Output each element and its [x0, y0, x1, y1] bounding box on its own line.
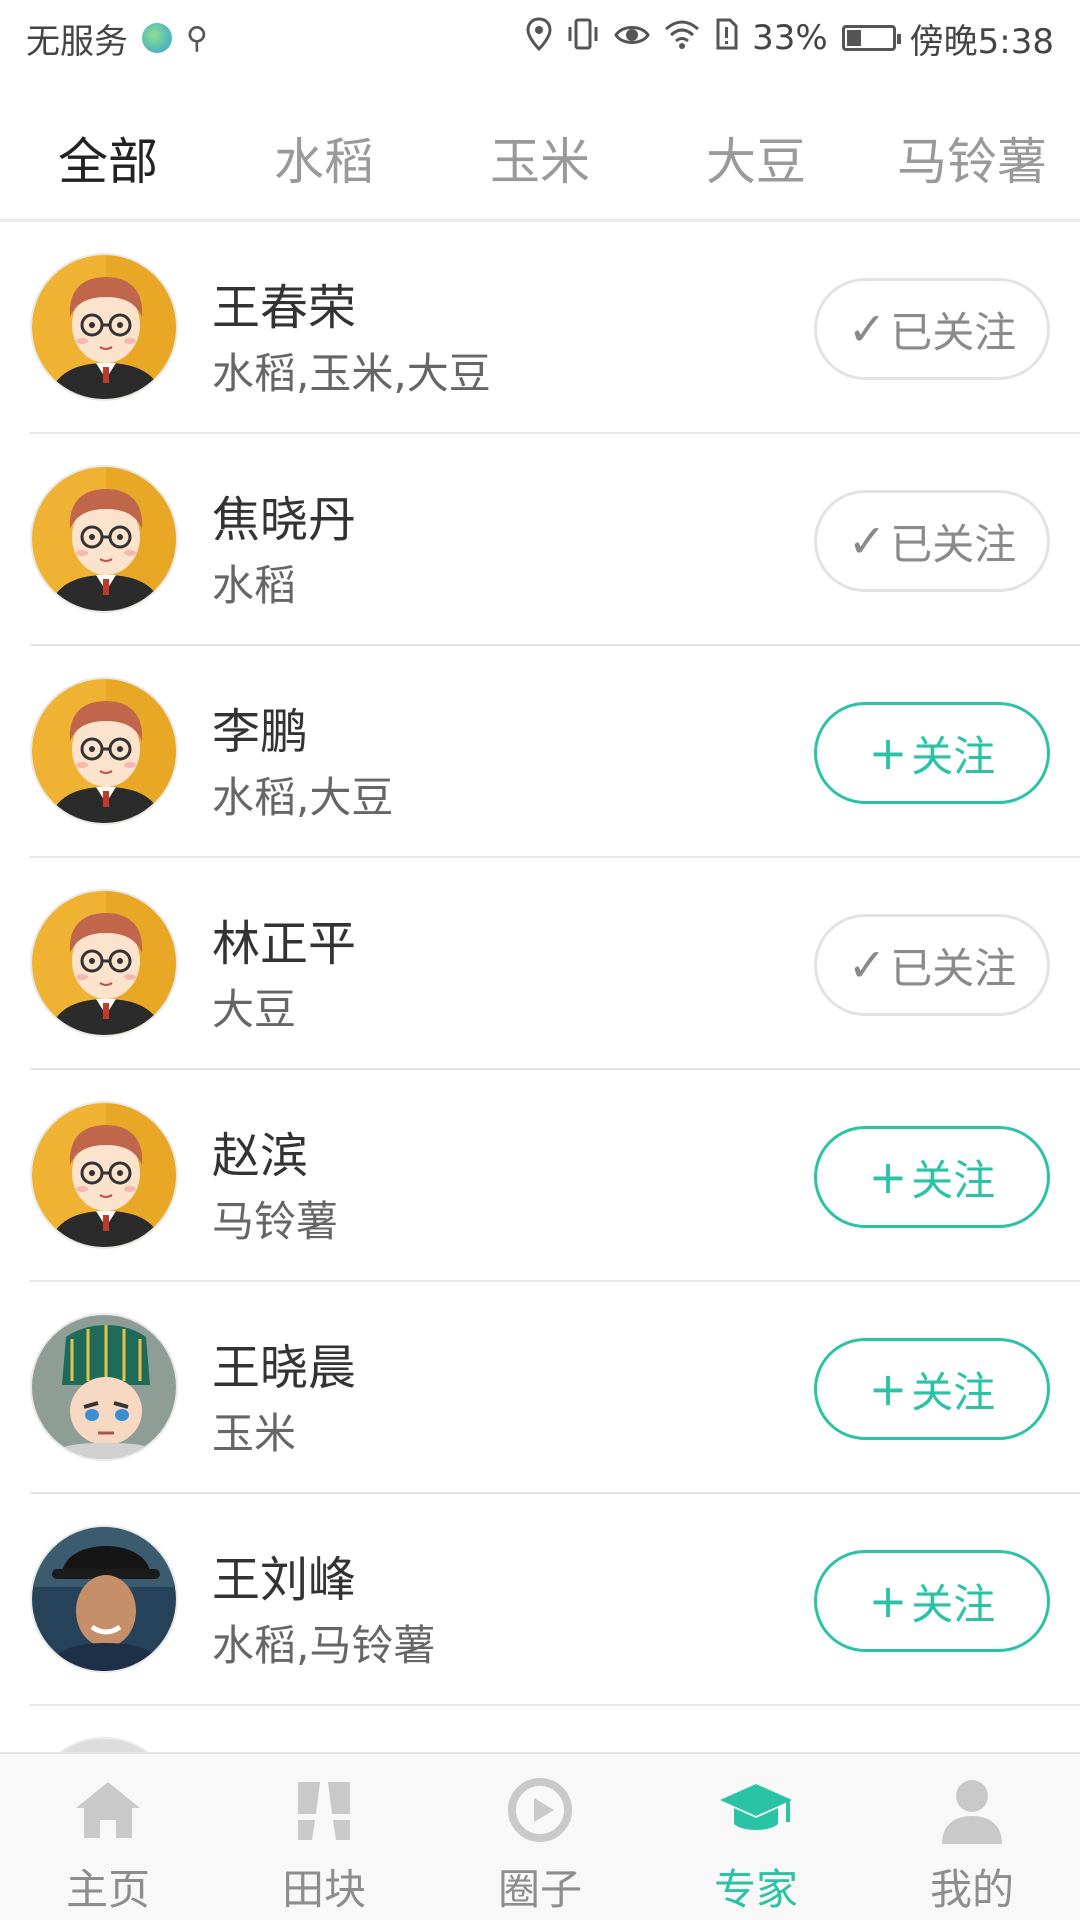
- nav-label: 专家: [713, 1865, 798, 1914]
- status-right: 33% 傍晚5:38: [526, 14, 1054, 63]
- follow-label: 关注: [911, 1367, 996, 1417]
- plus-icon: +: [868, 726, 908, 780]
- follow-button[interactable]: ✓ 已关注: [814, 914, 1050, 1016]
- nav-label: 田块: [281, 1865, 366, 1914]
- nav-field[interactable]: 田块: [216, 1754, 432, 1920]
- avatar[interactable]: [30, 677, 178, 825]
- follow-label: 关注: [911, 1579, 996, 1629]
- follow-label: 关注: [911, 731, 996, 781]
- nav-label: 我的: [929, 1865, 1014, 1914]
- nav-label: 主页: [65, 1865, 150, 1914]
- clock: 傍晚5:38: [909, 21, 1054, 62]
- follow-button[interactable]: + 关注: [814, 1338, 1050, 1440]
- follow-label: 已关注: [890, 943, 1017, 993]
- follow-button[interactable]: + 关注: [814, 1126, 1050, 1228]
- avatar[interactable]: [30, 253, 178, 401]
- battery-percent: 33%: [752, 18, 828, 58]
- avatar[interactable]: [30, 465, 178, 613]
- tab-corn[interactable]: 玉米: [432, 122, 648, 194]
- follow-button[interactable]: + 关注: [814, 702, 1050, 804]
- avatar[interactable]: [30, 889, 178, 1037]
- avatar[interactable]: [30, 1101, 178, 1249]
- expert-crops: 大豆: [212, 985, 297, 1034]
- nav-label: 圈子: [497, 1865, 582, 1914]
- avatar[interactable]: [30, 1525, 178, 1673]
- follow-button[interactable]: ✓ 已关注: [814, 278, 1050, 380]
- status-bar: 无服务 ⚲ 33% 傍晚5:38: [0, 0, 1080, 76]
- battery-icon: [841, 25, 901, 51]
- vibrate-icon: [566, 17, 600, 59]
- follow-button[interactable]: ✓ 已关注: [814, 490, 1050, 592]
- expert-row[interactable]: 焦晓丹 水稻 ✓ 已关注: [30, 434, 1080, 646]
- globe-icon: [142, 23, 172, 53]
- wifi-icon: [664, 19, 700, 57]
- tab-potato[interactable]: 马铃薯: [864, 122, 1080, 194]
- expert-crops: 水稻,玉米,大豆: [212, 349, 491, 398]
- expert-name: 王晓晨: [212, 1340, 357, 1396]
- circle-icon: [508, 1778, 572, 1842]
- expert-row[interactable]: 李鹏 水稻,大豆 + 关注: [30, 646, 1080, 858]
- nav-expert[interactable]: 专家: [648, 1754, 864, 1920]
- follow-button[interactable]: + 关注: [814, 1550, 1050, 1652]
- avatar[interactable]: [30, 1313, 178, 1461]
- carrier-text: 无服务: [26, 21, 128, 62]
- expert-list-screen: 无服务 ⚲ 33% 傍晚5:38 全部 水稻 玉米 大豆 马铃薯 王春荣 水稻,…: [0, 0, 1080, 1920]
- plus-icon: +: [868, 1150, 908, 1204]
- sim-alert-icon: [714, 18, 738, 58]
- tab-soybean[interactable]: 大豆: [648, 122, 864, 194]
- expert-list: 王春荣 水稻,玉米,大豆 ✓已关注 焦晓丹 水稻 ✓已关注 李鹏 水稻,大豆: [0, 222, 1080, 1918]
- expert-crops: 玉米: [212, 1409, 297, 1458]
- expert-row[interactable]: 林正平 大豆 ✓ 已关注: [30, 858, 1080, 1070]
- plus-icon: +: [868, 1574, 908, 1628]
- expert-name: 林正平: [212, 916, 357, 972]
- expert-row[interactable]: 王晓晨 玉米 + 关注: [30, 1282, 1080, 1494]
- graduation-cap-icon: [720, 1784, 792, 1830]
- expert-name: 焦晓丹: [212, 492, 357, 548]
- expert-row[interactable]: 王春荣 水稻,玉米,大豆 ✓ 已关注: [30, 222, 1080, 434]
- home-icon: [76, 1782, 140, 1838]
- bottom-nav: 主页 田块 圈子 专家 我的: [0, 1752, 1080, 1920]
- status-left: 无服务 ⚲: [26, 14, 208, 63]
- plus-icon: +: [868, 1362, 908, 1416]
- nav-mine[interactable]: 我的: [864, 1754, 1080, 1920]
- crop-tabs: 全部 水稻 玉米 大豆 马铃薯: [0, 96, 1080, 220]
- check-icon: ✓: [847, 302, 887, 356]
- check-icon: ✓: [847, 514, 887, 568]
- battery-level: [846, 30, 862, 46]
- expert-name: 王春荣: [212, 280, 357, 336]
- eye-icon: [614, 19, 650, 57]
- expert-name: 赵滨: [212, 1128, 309, 1184]
- check-icon: ✓: [847, 938, 887, 992]
- expert-crops: 水稻,马铃薯: [212, 1621, 436, 1670]
- expert-name: 李鹏: [212, 704, 309, 760]
- expert-crops: 马铃薯: [212, 1197, 339, 1246]
- user-icon: [942, 1780, 1002, 1844]
- nav-circle[interactable]: 圈子: [432, 1754, 648, 1920]
- tab-all[interactable]: 全部: [0, 122, 216, 194]
- expert-row[interactable]: 王刘峰 水稻,马铃薯 + 关注: [30, 1494, 1080, 1706]
- expert-crops: 水稻,大豆: [212, 773, 394, 822]
- location-icon: [526, 17, 552, 59]
- nav-home[interactable]: 主页: [0, 1754, 216, 1920]
- usb-icon: ⚲: [186, 20, 208, 56]
- expert-row[interactable]: 赵滨 马铃薯 + 关注: [30, 1070, 1080, 1282]
- field-icon: [298, 1782, 350, 1840]
- expert-name: 王刘峰: [212, 1552, 357, 1608]
- follow-label: 已关注: [890, 307, 1017, 357]
- expert-crops: 水稻: [212, 561, 297, 610]
- follow-label: 关注: [911, 1155, 996, 1205]
- follow-label: 已关注: [890, 519, 1017, 569]
- tab-rice[interactable]: 水稻: [216, 122, 432, 194]
